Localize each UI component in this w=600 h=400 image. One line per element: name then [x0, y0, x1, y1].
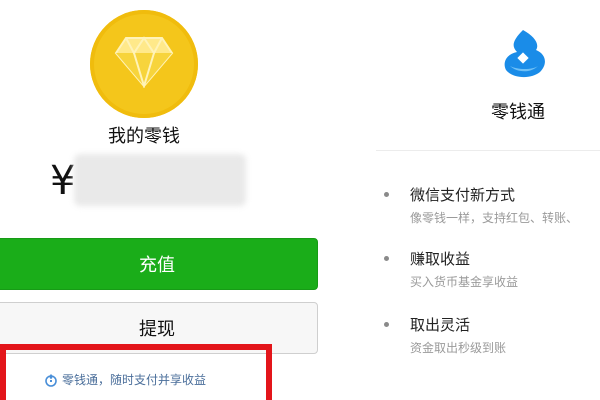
promo-text: 零钱通，随时支付并享收益: [62, 373, 207, 387]
lingqiantong-panel: 零钱通 微信支付新方式 像零钱一样，支持红包、转账、 赚取收益 买入货币基金享收…: [376, 0, 600, 400]
feature-description: 资金取出秒级到账: [410, 341, 507, 355]
feature-title: 赚取收益: [410, 250, 471, 268]
feature-description: 像零钱一样，支持红包、转账、: [410, 211, 579, 225]
lingqiantong-logo-icon: [504, 30, 545, 78]
lingqiantong-icon: [45, 373, 57, 387]
bullet-dot: [384, 256, 389, 261]
lingqiantong-title: 零钱通: [491, 102, 545, 123]
divider: [376, 150, 600, 151]
page-title: 我的零钱: [108, 126, 180, 147]
feature-description: 买入货币基金享收益: [410, 275, 519, 289]
wallet-panel: 我的零钱 ¥ 充值 提现 零钱通，随时支付并享收益: [0, 0, 356, 400]
coin-badge: [90, 10, 198, 118]
currency-symbol: ¥: [50, 158, 76, 204]
diamond-icon: [114, 36, 174, 88]
balance-amount-blurred: [74, 154, 246, 206]
balance-display: ¥: [50, 154, 246, 206]
recharge-button[interactable]: 充值: [0, 238, 318, 290]
feature-title: 取出灵活: [410, 316, 471, 334]
bullet-dot: [384, 322, 389, 327]
feature-title: 微信支付新方式: [410, 186, 516, 204]
lingqiantong-promo-link[interactable]: 零钱通，随时支付并享收益: [44, 371, 206, 388]
bullet-dot: [384, 192, 389, 197]
